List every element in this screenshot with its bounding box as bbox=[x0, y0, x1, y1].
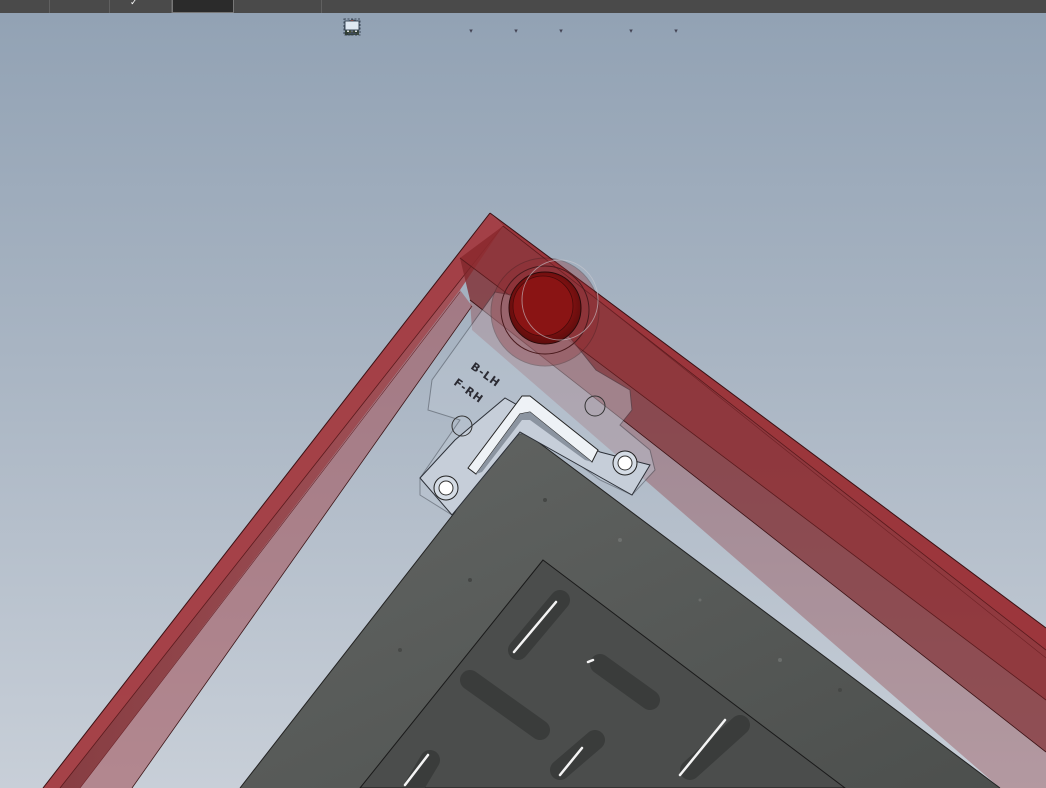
tab-slot-active[interactable] bbox=[172, 0, 234, 13]
view-settings-icon bbox=[344, 20, 360, 35]
model-view: B-LH F-RH bbox=[42, 212, 1046, 788]
window-tab-bar: ✓ bbox=[0, 0, 1046, 13]
apply-scene-dropdown[interactable]: ▾ bbox=[628, 20, 634, 42]
view-orientation-button[interactable] bbox=[345, 19, 465, 42]
apply-scene-button[interactable] bbox=[345, 20, 625, 42]
view-settings-dropdown[interactable]: ▾ bbox=[673, 20, 679, 42]
check-icon: ✓ bbox=[130, 0, 138, 7]
tab-slot-2[interactable] bbox=[50, 0, 110, 13]
edit-appearance-button[interactable] bbox=[344, 20, 600, 42]
hide-show-items-button[interactable] bbox=[344, 20, 555, 42]
zoom-to-area-button[interactable] bbox=[343, 18, 390, 42]
heads-up-view-toolbar: ▾ ▾ ▾ ▾ ▾ bbox=[343, 18, 679, 44]
display-style-dropdown[interactable]: ▾ bbox=[513, 20, 519, 42]
hide-show-items-dropdown[interactable]: ▾ bbox=[558, 20, 564, 42]
tab-slot-1[interactable] bbox=[0, 0, 50, 13]
view-orientation-dropdown[interactable]: ▾ bbox=[468, 20, 474, 42]
tab-slot-5[interactable] bbox=[234, 0, 322, 13]
view-settings-button[interactable] bbox=[344, 20, 670, 42]
corner-boss[interactable] bbox=[490, 257, 600, 367]
tab-slot-3[interactable]: ✓ bbox=[110, 0, 172, 13]
display-style-button[interactable] bbox=[345, 19, 510, 42]
section-view-button[interactable] bbox=[345, 19, 440, 42]
previous-view-button[interactable] bbox=[344, 20, 415, 42]
graphics-area[interactable]: B-LH F-RH ▾ ▾ ▾ ▾ ▾ bbox=[0, 13, 1046, 788]
